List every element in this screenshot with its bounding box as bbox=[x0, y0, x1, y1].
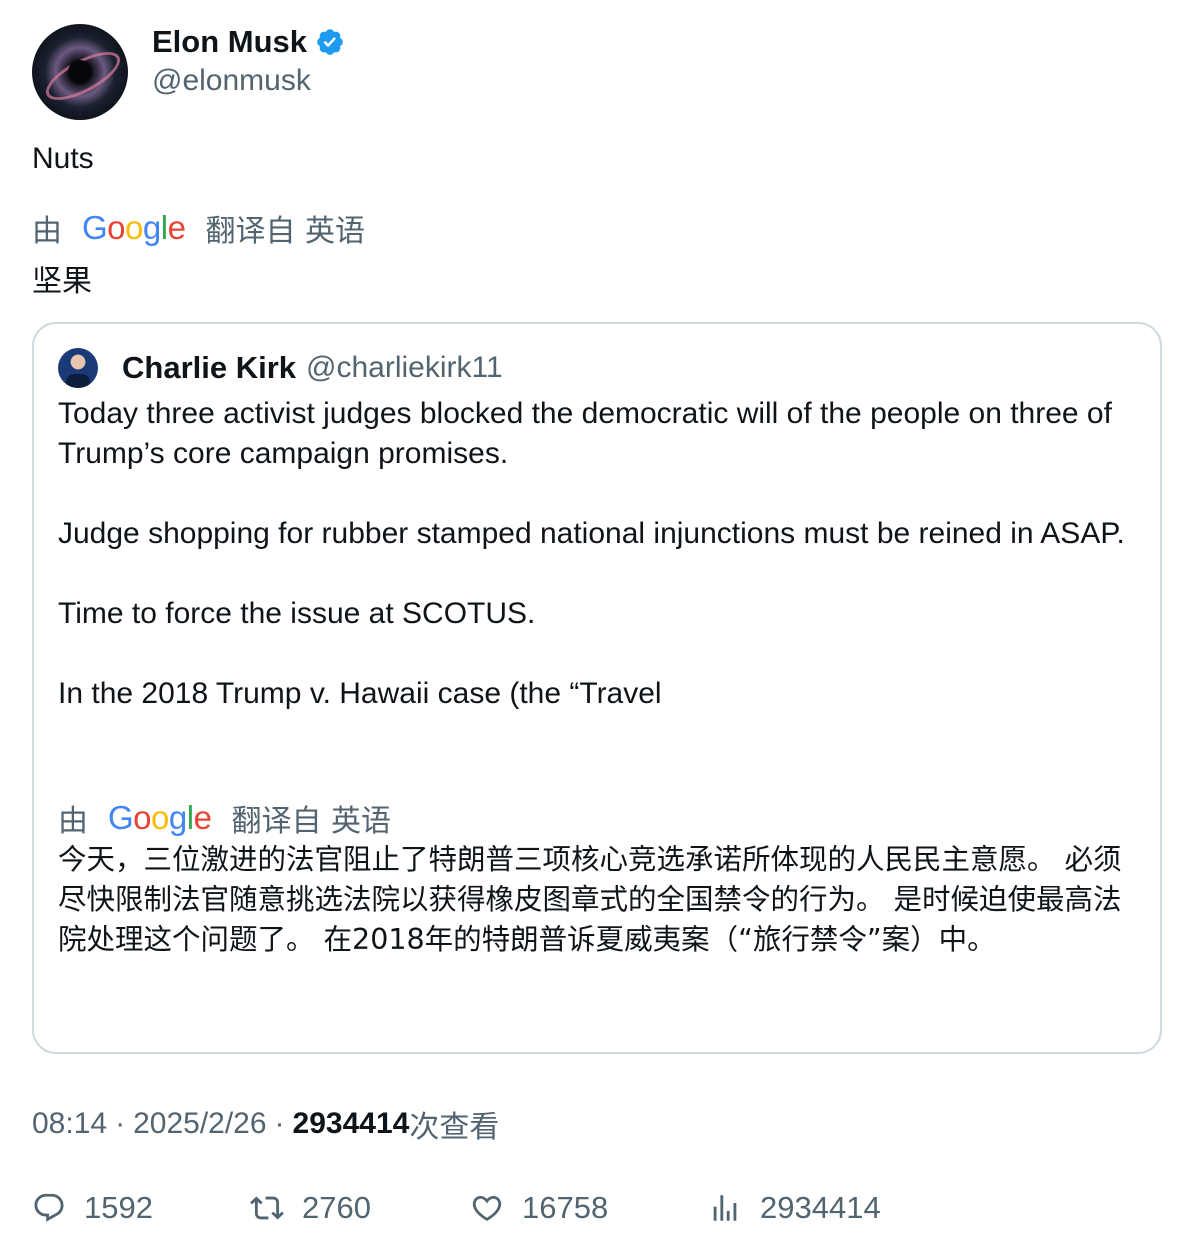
retweet-count: 2760 bbox=[302, 1190, 371, 1225]
quoted-tweet-card[interactable]: Charlie Kirk @charliekirk11 Today three … bbox=[32, 322, 1162, 1054]
views-button[interactable]: 2934414 bbox=[708, 1190, 881, 1226]
translation-suffix: 翻译自 英语 bbox=[205, 214, 365, 249]
meta-separator: · bbox=[115, 1107, 126, 1140]
display-name-row: Elon Musk bbox=[152, 24, 345, 60]
avatar-core-art bbox=[68, 60, 92, 84]
quoted-tweet-header: Charlie Kirk @charliekirk11 bbox=[58, 348, 503, 388]
like-count: 16758 bbox=[522, 1190, 609, 1225]
google-logo: Google bbox=[82, 209, 186, 246]
google-logo: Google bbox=[108, 799, 212, 836]
views-count: 2934414 bbox=[292, 1107, 410, 1140]
quoted-translated-text: 今天，三位激进的法官阻止了特朗普三项核心竞选承诺所体现的人民民主意愿。 必须尽快… bbox=[58, 843, 1122, 956]
quoted-tweet-body: Today three activist judges blocked the … bbox=[58, 394, 1138, 714]
tweet-meta: 08:14 · 2025/2/26 · 2934414 次查看 bbox=[32, 1102, 499, 1146]
translation-prefix: 由 bbox=[58, 804, 88, 839]
tweet-date[interactable]: 2025/2/26 bbox=[133, 1107, 266, 1141]
tweet-author-header: Elon Musk @elonmusk bbox=[32, 24, 345, 120]
author-handle[interactable]: @elonmusk bbox=[152, 64, 345, 98]
like-button[interactable]: 16758 bbox=[470, 1190, 608, 1226]
quoted-paragraph: Judge shopping for rubber stamped nation… bbox=[58, 517, 1125, 550]
views-count-action: 2934414 bbox=[760, 1190, 881, 1225]
analytics-icon bbox=[713, 1195, 737, 1221]
verified-badge-icon bbox=[317, 29, 343, 55]
author-names: Elon Musk @elonmusk bbox=[152, 24, 345, 98]
views-label: 次查看 bbox=[409, 1110, 500, 1145]
retweet-icon bbox=[250, 1196, 284, 1220]
retweet-button[interactable]: 2760 bbox=[250, 1190, 371, 1226]
reply-count: 1592 bbox=[84, 1190, 153, 1225]
heart-icon bbox=[472, 1195, 502, 1221]
quoted-author-display-name: Charlie Kirk bbox=[122, 350, 297, 385]
reply-button[interactable]: 1592 bbox=[32, 1190, 153, 1226]
quoted-translation-attribution[interactable]: 由 Google 翻译自 英语 bbox=[58, 796, 391, 840]
author-avatar[interactable] bbox=[32, 24, 128, 120]
quoted-paragraph: Time to force the issue at SCOTUS. bbox=[58, 597, 536, 630]
reply-icon bbox=[34, 1193, 64, 1222]
translation-attribution[interactable]: 由 Google 翻译自 英语 bbox=[32, 206, 365, 250]
tweet-actions: 1592 2760 16758 2934414 bbox=[32, 1190, 1162, 1230]
translation-suffix: 翻译自 英语 bbox=[231, 804, 391, 839]
translation-prefix: 由 bbox=[32, 214, 62, 249]
quoted-author-handle: @charliekirk11 bbox=[306, 351, 503, 384]
tweet-time[interactable]: 08:14 bbox=[32, 1107, 107, 1141]
author-display-name[interactable]: Elon Musk bbox=[152, 24, 307, 60]
quoted-author-avatar bbox=[58, 348, 98, 388]
quoted-paragraph: Today three activist judges blocked the … bbox=[58, 397, 1112, 470]
translated-tweet-text: 坚果 bbox=[32, 264, 92, 299]
tweet-text: Nuts bbox=[32, 142, 94, 175]
quoted-paragraph: In the 2018 Trump v. Hawaii case (the “T… bbox=[58, 677, 662, 710]
meta-separator: · bbox=[274, 1107, 285, 1140]
